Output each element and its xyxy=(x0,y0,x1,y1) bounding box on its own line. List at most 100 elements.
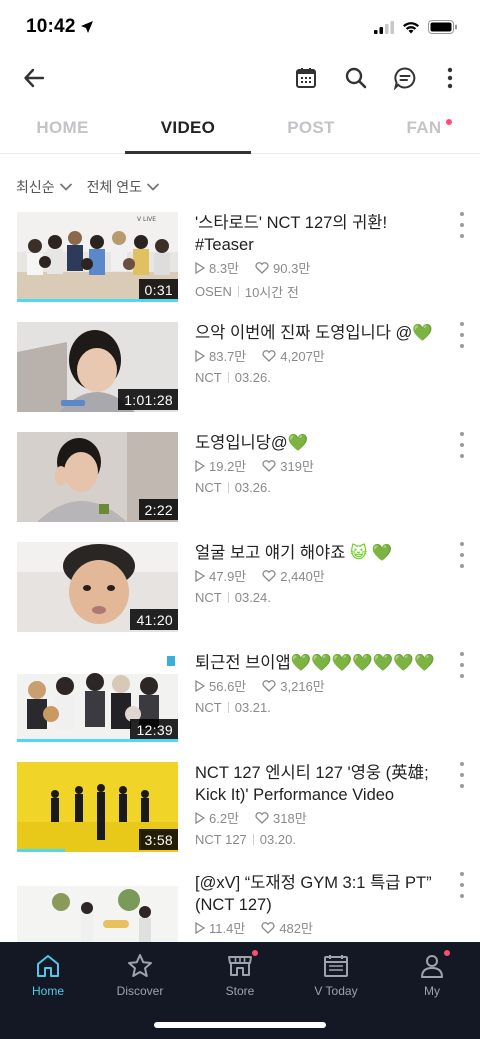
video-stats: 83.7만 4,207만 xyxy=(195,346,435,365)
back-button[interactable] xyxy=(18,62,50,94)
view-count: 47.9만 xyxy=(209,569,247,584)
star-icon xyxy=(128,954,152,977)
year-dropdown[interactable]: 전체 연도 xyxy=(87,176,160,198)
video-info: '스타로드' NCT 127의 귀환! #Teaser 8.3만 90.3만 O… xyxy=(195,212,435,301)
nav-store[interactable]: Store xyxy=(192,950,288,998)
video-item[interactable]: 41:20 얼굴 보고 얘기 해야죠 😺 💚 47.9만 2,440만 NCT … xyxy=(0,542,480,652)
nav-label: Discover xyxy=(116,984,164,998)
nav-label: Store xyxy=(225,984,255,998)
video-title[interactable]: 퇴근전 브이앱💚💚💚💚💚💚💚 xyxy=(195,652,435,674)
view-count: 11.4만 xyxy=(209,921,246,936)
watch-progress-bar xyxy=(17,849,66,852)
channel-name[interactable]: OSEN xyxy=(195,284,232,299)
thumbnail-image xyxy=(17,872,178,942)
heart-icon xyxy=(262,569,276,582)
video-thumbnail[interactable]: 12:39 xyxy=(17,652,178,742)
video-item[interactable]: 2:22 도영입니당@💚 19.2만 319만 NCT 03.26. xyxy=(0,432,480,542)
chevron-down-icon xyxy=(59,183,72,191)
status-bar: 10:42 xyxy=(0,0,480,56)
active-tab-indicator xyxy=(125,151,251,154)
video-stats: 8.3만 90.3만 xyxy=(195,258,435,277)
channel-name[interactable]: NCT xyxy=(195,700,222,715)
nav-home[interactable]: Home xyxy=(0,952,96,998)
view-count: 6.2만 xyxy=(209,811,240,826)
schedule-button[interactable] xyxy=(290,62,322,94)
video-title[interactable]: 얼굴 보고 얘기 해야죠 😺 💚 xyxy=(195,542,435,564)
app-bar xyxy=(0,56,480,100)
play-count-icon xyxy=(195,569,205,582)
tab-fan[interactable]: FAN xyxy=(395,118,453,138)
video-thumbnail[interactable]: V LIVE 0:31 xyxy=(17,212,178,302)
store-badge xyxy=(252,950,258,956)
wifi-icon xyxy=(403,21,419,33)
heart-icon xyxy=(262,679,276,692)
chat-button[interactable] xyxy=(389,62,421,94)
video-more-button[interactable] xyxy=(454,542,470,568)
tab-video[interactable]: VIDEO xyxy=(125,118,251,138)
video-more-button[interactable] xyxy=(454,652,470,678)
user-icon xyxy=(421,955,443,978)
video-thumbnail[interactable]: 1:01:28 xyxy=(17,322,178,412)
nav-label: My xyxy=(424,984,440,998)
nav-v-today[interactable]: V Today xyxy=(288,952,384,998)
nav-my[interactable]: My xyxy=(384,950,480,998)
heart-icon xyxy=(262,349,276,362)
video-more-button[interactable] xyxy=(454,762,470,788)
video-item[interactable]: 3:58 NCT 127 엔시티 127 '영웅 (英雄; Kick It)' … xyxy=(0,762,480,872)
video-item[interactable]: 12:39 퇴근전 브이앱💚💚💚💚💚💚💚 56.6만 3,216만 NCT 03… xyxy=(0,652,480,762)
video-title[interactable]: [@xV] “도재정 GYM 3:1 특급 PT” (NCT 127) xyxy=(195,872,435,916)
video-meta: NCT 127 03.20. xyxy=(195,832,435,847)
status-icons xyxy=(374,20,458,34)
sort-dropdown[interactable]: 최신순 xyxy=(16,176,73,198)
play-count-icon xyxy=(195,349,205,362)
video-item[interactable]: V LIVE 0:31 '스타로드' NCT 127의 귀환! #Teaser … xyxy=(0,212,480,322)
video-stats: 11.4만 482만 xyxy=(195,918,435,937)
status-time: 10:42 xyxy=(26,16,76,37)
video-more-button[interactable] xyxy=(454,212,470,238)
video-title[interactable]: 으악 이번에 진짜 도영입니다 @💚 xyxy=(195,322,435,344)
video-title[interactable]: '스타로드' NCT 127의 귀환! #Teaser xyxy=(195,212,435,256)
video-title[interactable]: 도영입니당@💚 xyxy=(195,432,435,454)
tab-post[interactable]: POST xyxy=(268,118,354,138)
heart-icon xyxy=(261,921,275,934)
video-meta: NCT 03.26. xyxy=(195,370,435,385)
channel-name[interactable]: NCT xyxy=(195,480,222,495)
video-more-button[interactable] xyxy=(454,432,470,458)
calendar-icon xyxy=(296,68,316,88)
cellular-signal-icon xyxy=(374,20,394,34)
video-duration: 41:20 xyxy=(130,609,178,630)
video-thumbnail[interactable]: 41:20 xyxy=(17,542,178,632)
nav-discover[interactable]: Discover xyxy=(92,952,188,998)
tab-home[interactable]: HOME xyxy=(20,118,105,138)
video-more-button[interactable] xyxy=(454,322,470,348)
fan-tab-badge xyxy=(446,119,452,125)
video-meta: NCT 03.24. xyxy=(195,590,435,605)
play-count-icon xyxy=(195,921,205,934)
video-item[interactable]: 1:01:28 으악 이번에 진짜 도영입니다 @💚 83.7만 4,207만 … xyxy=(0,322,480,432)
channel-name[interactable]: NCT 127 xyxy=(195,832,247,847)
video-info: 얼굴 보고 얘기 해야죠 😺 💚 47.9만 2,440만 NCT 03.24. xyxy=(195,542,435,605)
video-stats: 6.2만 318만 xyxy=(195,808,435,827)
video-duration: 1:01:28 xyxy=(118,389,178,410)
calendar-today-icon xyxy=(324,955,348,977)
channel-name[interactable]: NCT xyxy=(195,590,222,605)
video-thumbnail[interactable] xyxy=(17,872,178,942)
video-more-button[interactable] xyxy=(454,872,470,898)
video-stats: 47.9만 2,440만 xyxy=(195,566,435,585)
video-thumbnail[interactable]: 2:22 xyxy=(17,432,178,522)
video-item[interactable]: [@xV] “도재정 GYM 3:1 특급 PT” (NCT 127) 11.4… xyxy=(0,872,480,942)
search-button[interactable] xyxy=(340,62,372,94)
channel-name[interactable]: NCT xyxy=(195,370,222,385)
user-icon-wrap xyxy=(418,950,450,980)
video-title[interactable]: NCT 127 엔시티 127 '영웅 (英雄; Kick It)' Perfo… xyxy=(195,762,435,806)
location-arrow-icon xyxy=(81,21,93,33)
more-options-button[interactable] xyxy=(434,62,466,94)
video-info: [@xV] “도재정 GYM 3:1 특급 PT” (NCT 127) 11.4… xyxy=(195,872,435,937)
upload-date: 03.26. xyxy=(234,370,271,385)
play-count-icon xyxy=(195,811,205,824)
video-thumbnail[interactable]: 3:58 xyxy=(17,762,178,852)
filter-bar: 최신순 전체 연도 xyxy=(16,176,160,198)
cat-heart-emoji: 😺 💚 xyxy=(349,544,393,562)
video-list: V LIVE 0:31 '스타로드' NCT 127의 귀환! #Teaser … xyxy=(0,212,480,942)
video-duration: 3:58 xyxy=(138,829,178,850)
